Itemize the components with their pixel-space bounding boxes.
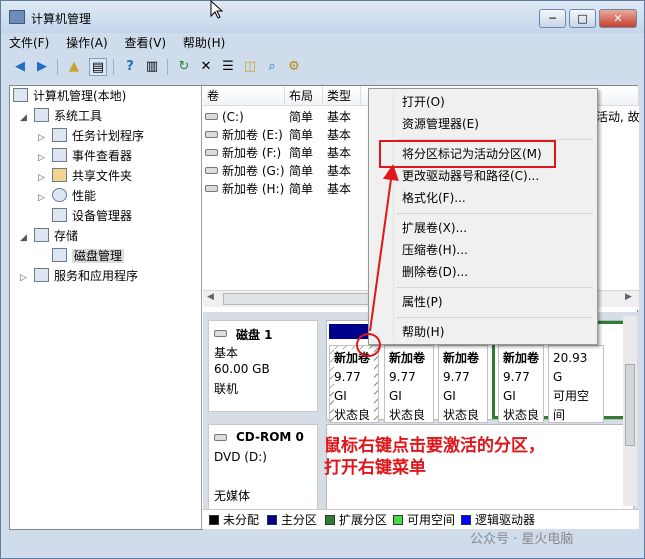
mouse-cursor-icon xyxy=(210,0,224,19)
annotation-text: 鼠标右键点击要激活的分区， 打开右键菜单 xyxy=(324,436,545,478)
watermark: 公众号 · 星火电脑 xyxy=(470,532,574,547)
annotation-arrow xyxy=(369,164,399,332)
